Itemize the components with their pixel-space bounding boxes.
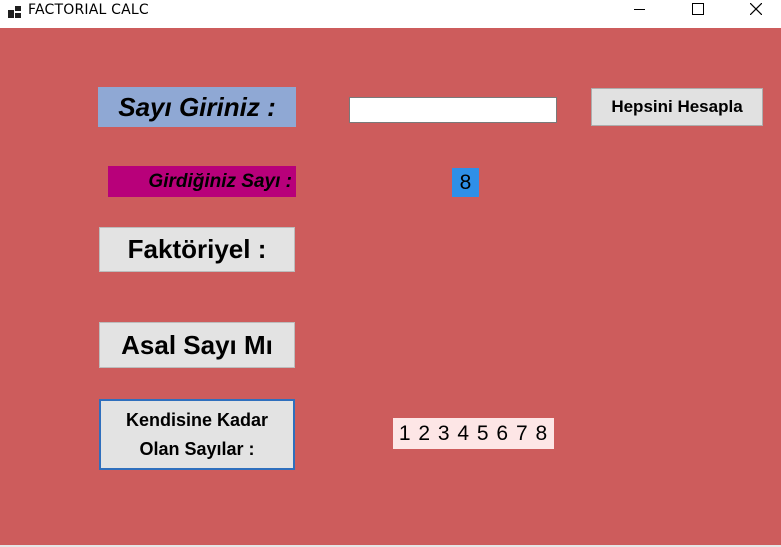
app-window-icon bbox=[6, 4, 22, 20]
close-icon bbox=[750, 3, 762, 15]
factorial-label: Faktöriyel : bbox=[99, 227, 295, 272]
is-prime-label: Asal Sayı Mı bbox=[99, 322, 295, 368]
close-button[interactable] bbox=[733, 0, 779, 20]
maximize-icon bbox=[692, 3, 704, 15]
minimize-button[interactable] bbox=[617, 0, 663, 20]
maximize-button[interactable] bbox=[675, 0, 721, 20]
number-input[interactable] bbox=[349, 97, 557, 123]
title-bar: FACTORIAL CALC bbox=[0, 0, 781, 28]
window-title: FACTORIAL CALC bbox=[28, 2, 149, 18]
numbers-up-to-value: 1 2 3 4 5 6 7 8 bbox=[393, 418, 554, 449]
entered-number-value: 8 bbox=[452, 168, 479, 197]
enter-number-label: Sayı Giriniz : bbox=[98, 87, 296, 127]
minimize-icon bbox=[634, 9, 645, 10]
calculate-all-button[interactable]: Hepsini Hesapla bbox=[591, 88, 763, 126]
form-client-area: Sayı Giriniz : Hepsini Hesapla Girdiğini… bbox=[0, 28, 781, 545]
numbers-up-to-label: Kendisine Kadar Olan Sayılar : bbox=[99, 399, 295, 470]
entered-number-label: Girdiğiniz Sayı : bbox=[108, 166, 296, 197]
